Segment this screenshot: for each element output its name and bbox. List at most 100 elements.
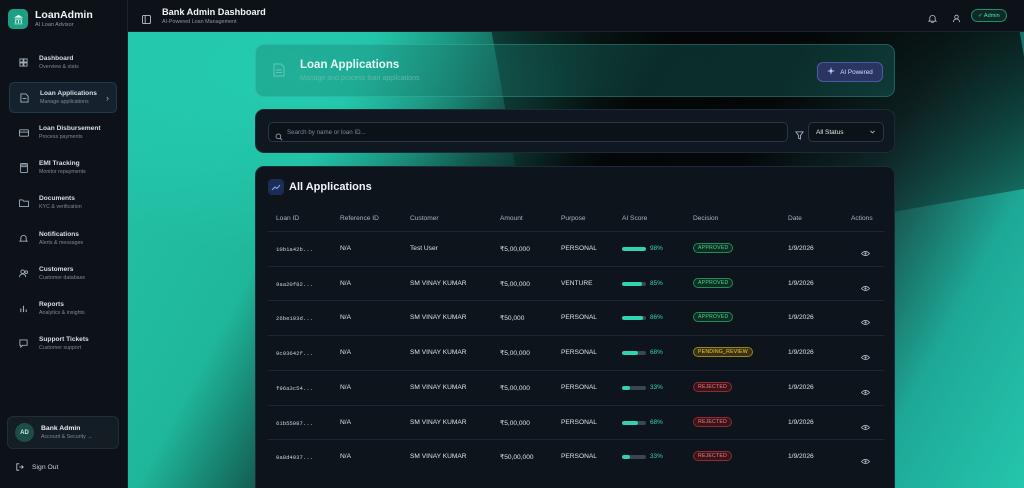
sidebar-item-label: Dashboard	[39, 55, 74, 62]
applications-table-card: All Applications Loan ID Reference ID Cust…	[255, 166, 895, 488]
sidebar-item-dashboard[interactable]: Dashboard Overview & stats	[9, 47, 117, 78]
sidebar-item-sublabel: Analytics & insights	[39, 309, 85, 316]
loan-id-cell[interactable]: 61b55087...	[276, 420, 313, 427]
loan-id-cell[interactable]: 9aa20f82...	[276, 281, 313, 288]
view-eye-icon[interactable]	[860, 244, 871, 262]
filter-icon[interactable]	[795, 127, 804, 145]
user-icon[interactable]	[952, 10, 961, 28]
column-header-ai-score[interactable]: AI Score	[622, 215, 647, 222]
sidebar-item-emi-tracking[interactable]: EMI Tracking Monitor repayments	[9, 152, 117, 183]
loan-id-cell[interactable]: 9c93642f...	[276, 350, 313, 357]
table-row[interactable]: f96a3c54... N/A SM VINAY KUMAR ₹5,00,000 PER…	[268, 369, 884, 405]
ai-score-fill	[622, 420, 639, 425]
sidebar-item-loan-applications[interactable]: Loan Applications Manage applications ›	[9, 82, 117, 114]
page-title: Bank Admin Dashboard	[162, 7, 266, 17]
ai-score-bar	[622, 351, 646, 356]
sidebar-toggle-icon[interactable]	[142, 11, 151, 29]
top-header: Bank Admin Dashboard AI-Powered Loan Man…	[128, 0, 1024, 32]
sidebar-item-reports[interactable]: Reports Analytics & insights	[9, 293, 117, 324]
decision-badge: REJECTED	[693, 416, 732, 427]
bar-chart-icon	[17, 302, 30, 315]
date-cell: 1/9/2026	[788, 418, 814, 426]
ai-score-value: 85%	[650, 279, 663, 287]
search-input[interactable]	[287, 123, 777, 141]
reference-id-cell: N/A	[340, 245, 351, 252]
column-header-amount[interactable]: Amount	[500, 215, 523, 222]
column-header-reference-id[interactable]: Reference ID	[340, 215, 379, 222]
column-header-loan-id[interactable]: Loan ID	[276, 215, 299, 222]
view-eye-icon[interactable]	[860, 383, 871, 401]
view-eye-icon[interactable]	[860, 348, 871, 366]
view-eye-icon[interactable]	[860, 313, 871, 331]
sidebar-item-documents[interactable]: Documents KYC & verification	[9, 187, 117, 218]
sidebar-item-label: Loan Applications	[40, 90, 97, 98]
page-subtitle: AI-Powered Loan Management	[162, 19, 237, 25]
users-icon	[17, 267, 30, 280]
loan-id-cell[interactable]: f96a3c54...	[276, 385, 313, 392]
amount-cell: ₹5,00,000	[500, 384, 530, 392]
column-header-purpose[interactable]: Purpose	[561, 215, 586, 222]
ai-score-value: 33%	[650, 453, 663, 461]
purpose-cell: PERSONAL	[561, 453, 597, 461]
customer-cell: SM VINAY KUMAR	[410, 279, 467, 287]
column-header-customer[interactable]: Customer	[410, 215, 439, 222]
sign-out-button[interactable]: Sign Out	[16, 463, 58, 471]
sidebar-item-label: Documents	[39, 195, 75, 203]
sidebar-item-customers[interactable]: Customers Customer database	[9, 258, 117, 289]
amount-cell: ₹5,00,000	[500, 280, 530, 288]
message-icon	[17, 337, 30, 350]
amount-cell: ₹50,00,000	[500, 454, 534, 462]
search-box[interactable]	[268, 122, 788, 142]
admin-badge[interactable]: ✓ Admin	[971, 9, 1007, 22]
ai-score-bar	[622, 420, 646, 425]
view-eye-icon[interactable]	[860, 452, 871, 470]
table-title: All Applications	[289, 181, 372, 193]
sidebar-item-loan-disbursement[interactable]: Loan Disbursement Process payments	[9, 117, 117, 148]
column-header-date[interactable]: Date	[788, 215, 802, 222]
bank-logo-icon	[8, 9, 28, 29]
sidebar-item-sublabel: Customer database	[39, 274, 86, 281]
loan-id-cell[interactable]: 10b1a42b...	[276, 246, 313, 253]
notifications-bell-icon[interactable]	[927, 10, 938, 28]
table-row[interactable]: 0a8d4037... N/A SM VINAY KUMAR ₹50,00,000 PE…	[268, 439, 884, 474]
ai-score-fill	[622, 281, 643, 286]
loan-id-cell[interactable]: 26be103d...	[276, 315, 313, 322]
decision-badge: REJECTED	[693, 381, 732, 392]
decision-badge: REJECTED	[693, 451, 732, 462]
ai-score-bar	[622, 281, 646, 286]
avatar: AD	[15, 423, 34, 442]
column-header-decision[interactable]: Decision	[693, 215, 718, 222]
sidebar-item-sublabel: Overview & stats	[39, 64, 79, 70]
ai-powered-button[interactable]: AI Powered	[817, 62, 883, 82]
chevron-down-icon	[869, 128, 876, 137]
sidebar-item-notifications[interactable]: Notifications Alerts & messages	[9, 223, 117, 254]
sidebar-item-label: Loan Disbursement	[39, 125, 101, 133]
column-header-actions[interactable]: Actions	[851, 215, 873, 222]
table-row[interactable]: 61b55087... N/A SM VINAY KUMAR ₹5,00,000 PER…	[268, 404, 884, 440]
credit-card-icon	[17, 126, 30, 139]
date-cell: 1/9/2026	[788, 314, 814, 322]
reference-id-cell: N/A	[340, 314, 351, 322]
sidebar-item-sublabel: Process payments	[39, 134, 83, 141]
ai-score-fill	[622, 455, 630, 460]
table-row[interactable]: 10b1a42b... N/A Test User ₹5,00,000 PERSONAL…	[268, 231, 884, 266]
document-icon	[18, 91, 31, 104]
date-cell: 1/9/2026	[788, 383, 814, 391]
purpose-cell: PERSONAL	[561, 349, 597, 357]
view-eye-icon[interactable]	[860, 418, 871, 436]
status-select[interactable]: All Status	[808, 122, 884, 142]
profile-card[interactable]: AD Bank Admin Account & Security →	[7, 416, 119, 449]
table-row[interactable]: 26be103d... N/A SM VINAY KUMAR ₹50,000 PERSO…	[268, 300, 884, 335]
purpose-cell: PERSONAL	[561, 383, 597, 391]
sidebar-item-sublabel: Manage applications	[40, 99, 89, 106]
filter-bar: All Status	[255, 109, 895, 153]
profile-link[interactable]: Account & Security →	[41, 433, 93, 441]
brand[interactable]: LoanAdmin AI Loan Advisor	[8, 9, 93, 29]
dashboard-icon	[17, 56, 30, 69]
view-eye-icon[interactable]	[860, 279, 871, 297]
table-row[interactable]: 9c93642f... N/A SM VINAY KUMAR ₹5,00,000 PER…	[268, 335, 884, 370]
table-row[interactable]: 9aa20f82... N/A SM VINAY KUMAR ₹5,00,000 VEN…	[268, 265, 884, 301]
bell-icon	[17, 232, 30, 245]
sidebar-item-support-tickets[interactable]: Support Tickets Customer support	[9, 328, 117, 359]
loan-id-cell[interactable]: 0a8d4037...	[276, 454, 313, 461]
